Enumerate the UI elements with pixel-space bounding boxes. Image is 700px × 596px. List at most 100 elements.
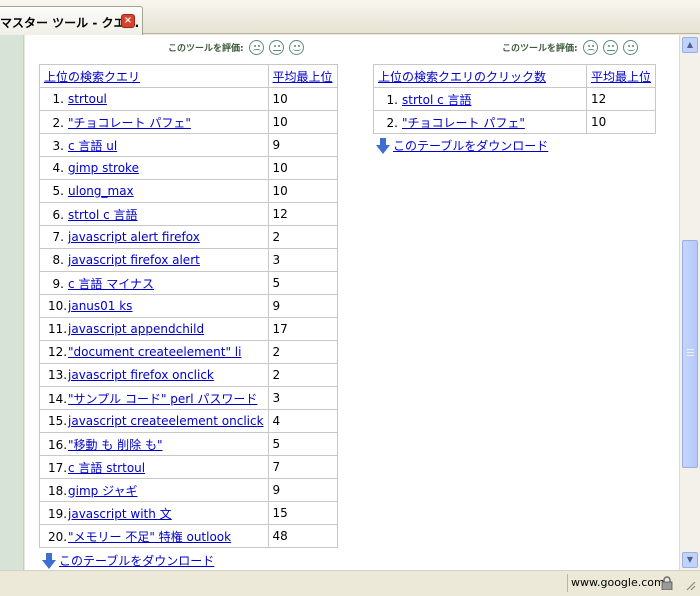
avg-position-cell: 10 — [267, 156, 338, 180]
tab-strip: マスター ツール - クエ... × — [0, 0, 700, 35]
query-link[interactable]: "チョコレート パフェ" — [402, 116, 525, 130]
query-link[interactable]: javascript firefox alert — [68, 253, 200, 267]
avg-position-cell: 9 — [267, 294, 338, 318]
query-link[interactable]: janus01 ks — [68, 299, 132, 313]
row-index: 4. — [52, 161, 64, 175]
query-cell: 1. strtol c 言語 — [373, 87, 587, 111]
avg-position-cell: 4 — [267, 409, 338, 433]
query-link[interactable]: strtoul — [68, 92, 107, 106]
query-link[interactable]: "document createelement" li — [68, 345, 241, 359]
row-index: 13. — [48, 368, 68, 382]
avg-position-cell: 10 — [267, 110, 338, 134]
neutral-face-icon[interactable] — [602, 39, 618, 55]
row-index: 17. — [48, 460, 68, 475]
download-link-text[interactable]: このテーブルをダウンロード — [59, 552, 214, 569]
download-link-text[interactable]: このテーブルをダウンロード — [393, 137, 548, 154]
avg-position-cell: 5 — [267, 271, 338, 295]
happy-face-icon[interactable] — [288, 39, 304, 55]
table-row: 18.gimp ジャギ 9 — [39, 478, 338, 502]
query-cell: 4. gimp stroke — [39, 156, 269, 180]
column-header-avg-position[interactable]: 平均最上位 — [267, 64, 338, 88]
query-link[interactable]: javascript appendchild — [68, 322, 204, 336]
query-cell: 20."メモリー 不足" 特権 outlook — [39, 524, 269, 548]
row-index: 19. — [48, 506, 68, 521]
avg-position-cell: 12 — [585, 87, 657, 111]
column-header-query[interactable]: 上位の検索クエリのクリック数 — [373, 64, 587, 88]
query-link[interactable]: strtol c 言語 — [68, 208, 138, 222]
query-link[interactable]: javascript with 文 — [68, 507, 172, 521]
query-link[interactable]: c 言語 strtoul — [68, 461, 145, 475]
query-cell: 16."移動 も 削除 も" — [39, 432, 269, 456]
avg-position-cell: 7 — [267, 455, 338, 479]
table-row: 5. ulong_max 10 — [39, 179, 338, 203]
avg-position-cell: 3 — [267, 248, 338, 272]
top-search-queries-table: 上位の検索クエリ 平均最上位 1. strtoul 10 2. "チョコレート パフェ"… — [39, 64, 338, 548]
download-table-link-left[interactable]: このテーブルをダウンロード — [42, 552, 214, 569]
query-link[interactable]: javascript alert firefox — [68, 230, 200, 244]
row-index: 5. — [52, 184, 64, 198]
query-link[interactable]: "サンプル コード" perl パスワード — [68, 392, 257, 406]
query-cell: 7. javascript alert firefox — [39, 225, 269, 249]
table-row: 16."移動 も 削除 も" 5 — [39, 432, 338, 456]
row-index: 1. — [52, 92, 64, 106]
query-link[interactable]: gimp ジャギ — [68, 484, 137, 498]
browser-tab[interactable]: マスター ツール - クエ... × — [0, 6, 143, 35]
query-link[interactable]: c 言語 ul — [68, 139, 117, 153]
avg-position-cell: 5 — [267, 432, 338, 456]
left-margin-bar — [0, 35, 24, 570]
query-cell: 19.javascript with 文 — [39, 501, 269, 525]
row-index: 2. — [52, 115, 64, 130]
sad-face-icon[interactable] — [582, 39, 598, 55]
query-link[interactable]: strtol c 言語 — [402, 93, 472, 107]
rating-label: このツールを評価: — [168, 43, 244, 54]
query-cell: 11.javascript appendchild — [39, 317, 269, 341]
query-link[interactable]: gimp stroke — [68, 161, 139, 175]
query-link[interactable]: "メモリー 不足" 特権 outlook — [68, 530, 231, 544]
avg-position-cell: 10 — [267, 87, 338, 111]
query-cell: 2. "チョコレート パフェ" — [39, 110, 269, 134]
table-row: 14."サンプル コード" perl パスワード 3 — [39, 386, 338, 410]
query-cell: 9. c 言語 マイナス — [39, 271, 269, 295]
neutral-face-icon[interactable] — [268, 39, 284, 55]
query-cell: 8. javascript firefox alert — [39, 248, 269, 272]
row-index: 9. — [52, 276, 64, 291]
download-table-link-right[interactable]: このテーブルをダウンロード — [376, 137, 548, 154]
row-index: 6. — [52, 207, 64, 222]
query-cell: 1. strtoul — [39, 87, 269, 111]
table-row: 7. javascript alert firefox 2 — [39, 225, 338, 249]
close-tab-icon[interactable]: × — [121, 14, 135, 28]
table-row: 2. "チョコレート パフェ" 10 — [373, 110, 657, 134]
row-index: 20. — [48, 529, 68, 544]
rating-widget-left: このツールを評価: — [168, 39, 304, 55]
query-link[interactable]: "移動 も 削除 も" — [68, 438, 162, 452]
table-row: 17.c 言語 strtoul 7 — [39, 455, 338, 479]
query-link[interactable]: c 言語 マイナス — [68, 277, 154, 291]
query-link[interactable]: javascript firefox onclick — [68, 368, 214, 382]
query-cell: 2. "チョコレート パフェ" — [373, 110, 587, 134]
query-link[interactable]: ulong_max — [68, 184, 134, 198]
table-row: 19.javascript with 文 15 — [39, 501, 338, 525]
tab-title: マスター ツール - クエ... — [0, 16, 140, 30]
row-index: 14. — [48, 391, 68, 406]
table-row: 11.javascript appendchild 17 — [39, 317, 338, 341]
table-row: 12."document createelement" li 2 — [39, 340, 338, 364]
scroll-down-icon[interactable]: ▼ — [682, 552, 698, 568]
sad-face-icon[interactable] — [248, 39, 264, 55]
query-link[interactable]: "チョコレート パフェ" — [68, 116, 191, 130]
happy-face-icon[interactable] — [622, 39, 638, 55]
query-cell: 12."document createelement" li — [39, 340, 269, 364]
table-row: 6. strtol c 言語 12 — [39, 202, 338, 226]
scroll-thumb[interactable] — [682, 240, 698, 468]
column-header-avg-position[interactable]: 平均最上位 — [585, 64, 657, 88]
lock-icon[interactable] — [661, 576, 673, 590]
query-cell: 18.gimp ジャギ — [39, 478, 269, 502]
table-row: 13.javascript firefox onclick 2 — [39, 363, 338, 387]
avg-position-cell: 10 — [585, 110, 657, 134]
query-link[interactable]: javascript createelement onclick — [68, 414, 264, 428]
vertical-scrollbar[interactable]: ▲ ▼ — [679, 35, 700, 570]
resize-grip-icon[interactable] — [684, 579, 696, 591]
column-header-query[interactable]: 上位の検索クエリ — [39, 64, 269, 88]
table-row: 10.janus01 ks 9 — [39, 294, 338, 318]
scroll-up-icon[interactable]: ▲ — [682, 37, 698, 53]
query-cell: 10.janus01 ks — [39, 294, 269, 318]
